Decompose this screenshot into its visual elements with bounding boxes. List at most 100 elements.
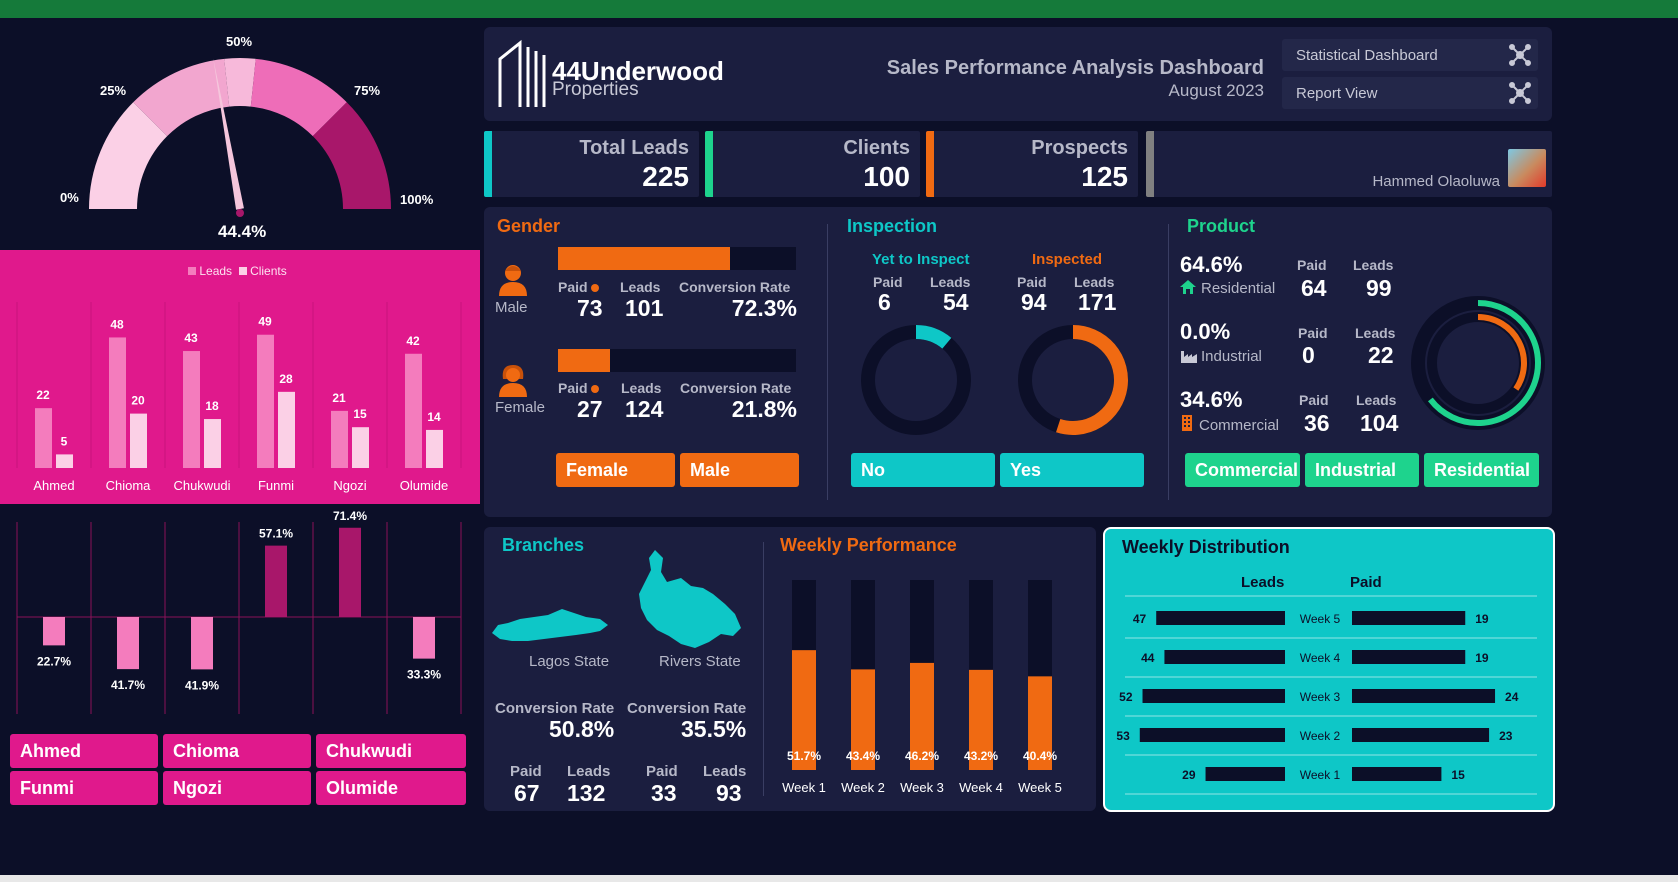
data-label-leads: 22 [36, 388, 50, 402]
yet-to-inspect-label: Yet to Inspect [872, 251, 970, 268]
data-label-leads: 21 [332, 391, 346, 405]
residential-paid-value: 64 [1301, 275, 1327, 301]
bar-conversion-chukwudi [191, 617, 213, 670]
data-label-week: 51.7% [787, 749, 821, 763]
female-leads-value: 124 [625, 396, 664, 422]
logo-sub: Properties [552, 79, 639, 100]
nav-report-view[interactable]: Report View [1282, 77, 1538, 109]
gauge-needle-hub [236, 209, 244, 217]
male-icon [497, 262, 529, 301]
dashboard-title: Sales Performance Analysis Dashboard [886, 57, 1264, 79]
dashboard-date: August 2023 [1168, 81, 1264, 100]
bar-leads-week-1 [1205, 767, 1285, 781]
agent-chart-panel: Leads Clients 22 5 Ahmed 48 20 Chioma 43 18 Chuk… [0, 250, 480, 504]
yet-leads-value: 54 [943, 289, 969, 315]
bar-conversion-olumide [413, 617, 435, 659]
data-label-paid: 23 [1499, 729, 1513, 743]
product-ring-chart [1411, 296, 1545, 430]
female-bar-fill [558, 349, 610, 372]
insp-leads-label: Leads [1074, 274, 1115, 290]
data-label-conversion: 71.4% [333, 509, 367, 523]
data-label-leads: 48 [110, 317, 124, 331]
category-label: Ngozi [333, 478, 366, 493]
category-label: Chioma [106, 478, 152, 493]
slicer-chioma[interactable]: Chioma [163, 734, 311, 768]
slicer-male[interactable]: Male [680, 453, 799, 487]
female-cr-label: Conversion Rate [680, 380, 792, 396]
gauge-tick-25: 25% [100, 83, 127, 98]
category-label: Week 1 [782, 780, 826, 795]
paid-text: Paid [558, 279, 588, 295]
slicer-residential[interactable]: Residential [1424, 453, 1539, 487]
category-label: Week 3 [1300, 690, 1341, 704]
industrial-leads-value: 22 [1368, 342, 1394, 368]
data-label-paid: 19 [1475, 612, 1489, 626]
data-label-conversion: 41.7% [111, 678, 145, 692]
paid-text: Paid [558, 380, 588, 396]
office-building-icon [1181, 414, 1193, 437]
data-label-conversion: 41.9% [185, 678, 219, 692]
bar-conversion-funmi [265, 545, 287, 617]
female-icon [497, 363, 529, 402]
home-icon [1179, 279, 1197, 300]
slicer-olumide[interactable]: Olumide [316, 771, 466, 805]
donut-inspected-arc [1056, 325, 1128, 435]
male-paid-value: 73 [577, 295, 603, 321]
male-paid-label: Paid [558, 279, 599, 295]
slicer-yes[interactable]: Yes [1000, 453, 1144, 487]
kpi-total-leads-value: 225 [642, 161, 689, 192]
male-bar-fill [558, 247, 731, 270]
commercial-paid-label: Paid [1299, 392, 1329, 408]
bar-leads-week-3 [1142, 689, 1285, 703]
data-label-leads: 43 [184, 331, 198, 345]
kpi-total-leads: Total Leads 225 [484, 131, 699, 197]
category-label: Week 2 [1300, 729, 1341, 743]
nav-statistical-dashboard[interactable]: Statistical Dashboard [1282, 39, 1538, 71]
bar-paid-week-2 [1352, 728, 1490, 742]
slicer-commercial[interactable]: Commercial [1185, 453, 1300, 487]
bar-clients-ahmed [56, 454, 73, 468]
donut-yet-to-inspect-arc [915, 325, 952, 349]
lagos-map-icon [490, 605, 612, 650]
agent-conversion-chart: 22.7% 41.7% 41.9% 57.1% 71.4% 33.3% [16, 509, 462, 714]
lagos-leads-label: Leads [567, 763, 611, 780]
slicer-industrial[interactable]: Industrial [1305, 453, 1419, 487]
yet-leads-label: Leads [930, 274, 971, 290]
data-label-paid: 19 [1475, 651, 1489, 665]
industrial-paid-label: Paid [1298, 325, 1328, 341]
data-label-leads: 42 [406, 334, 420, 348]
data-label-leads: 47 [1133, 612, 1147, 626]
weekly-performance-title: Weekly Performance [780, 535, 957, 555]
dot-icon [590, 385, 599, 393]
bar-clients-funmi [278, 391, 295, 468]
author-card: Hammed Olaoluwa [1146, 131, 1552, 197]
rivers-leads-value: 93 [716, 780, 742, 806]
industrial-pct: 0.0% [1180, 319, 1231, 344]
inspected-label: Inspected [1032, 251, 1103, 268]
slicer-no[interactable]: No [851, 453, 995, 487]
bar-conversion-ahmed [43, 617, 65, 646]
male-leads-label: Leads [620, 279, 661, 295]
slicer-chukwudi[interactable]: Chukwudi [316, 734, 466, 768]
divider [827, 224, 828, 500]
slicer-ngozi[interactable]: Ngozi [163, 771, 311, 805]
residential-leads-value: 99 [1366, 275, 1392, 301]
male-cr-value: 72.3% [731, 295, 797, 321]
insp-paid-value: 94 [1021, 289, 1047, 315]
bar-clients-chukwudi [204, 419, 221, 468]
bar-clients-chioma [130, 413, 147, 468]
lagos-paid-label: Paid [510, 763, 542, 780]
bar-leads-week-2 [1139, 728, 1285, 742]
author-name: Hammed Olaoluwa [1372, 173, 1500, 190]
rivers-paid-value: 33 [651, 780, 677, 806]
slicer-funmi[interactable]: Funmi [10, 771, 158, 805]
rivers-cr-value: 35.5% [681, 716, 747, 742]
slicer-ahmed[interactable]: Ahmed [10, 734, 158, 768]
female-paid-label: Paid [558, 380, 599, 396]
residential-pct: 64.6% [1180, 252, 1243, 277]
lagos-cr-value: 50.8% [549, 716, 615, 742]
slicer-female[interactable]: Female [556, 453, 675, 487]
category-label: Olumide [400, 478, 448, 493]
commercial-pct: 34.6% [1180, 387, 1243, 412]
gauge-tick-75: 75% [354, 83, 381, 98]
